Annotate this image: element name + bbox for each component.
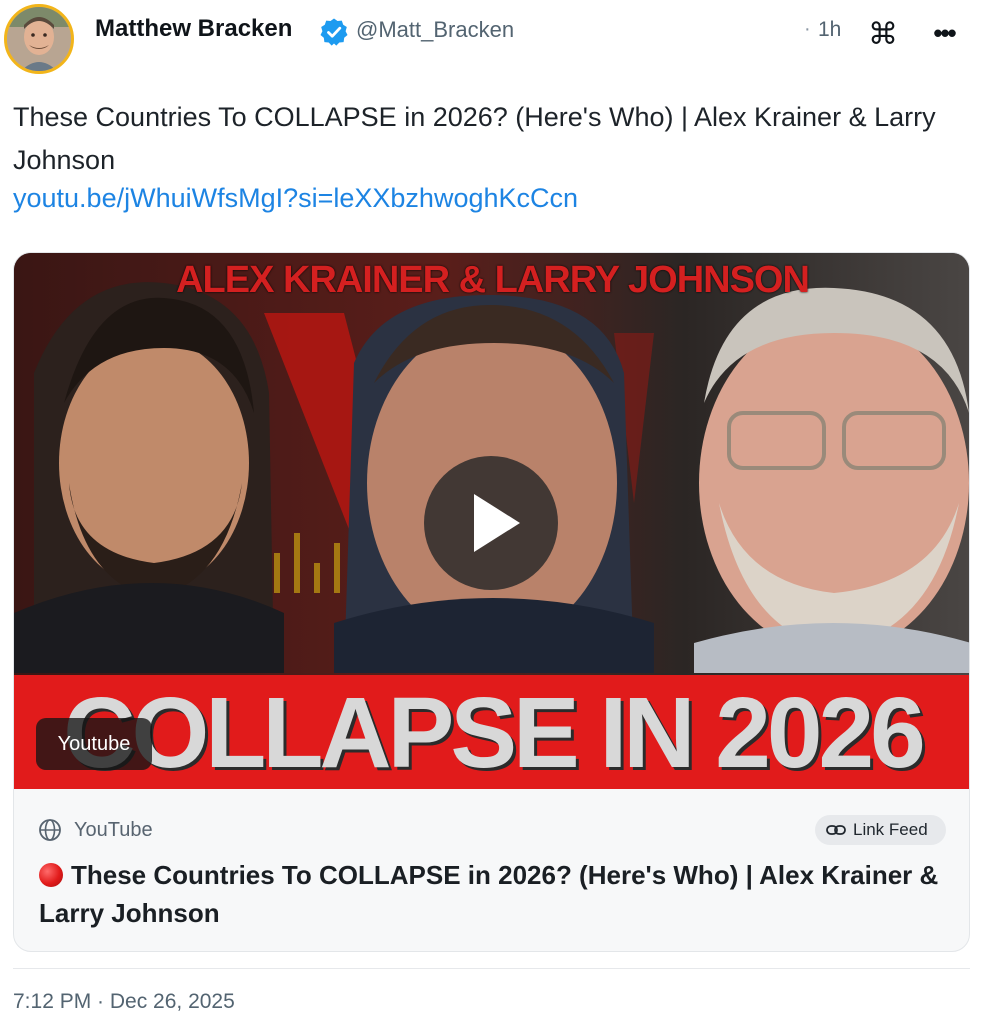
play-icon	[474, 494, 520, 552]
link-preview-card[interactable]: ALEX KRAINER & LARRY JOHNSON COLLAPSE IN…	[13, 252, 970, 952]
time-separator: ·	[804, 18, 811, 40]
link-icon	[826, 825, 846, 835]
author-handle[interactable]: @Matt_Bracken	[356, 17, 514, 43]
avatar[interactable]	[4, 4, 74, 74]
red-circle-icon	[39, 863, 63, 887]
author-name[interactable]: Matthew Bracken	[95, 15, 292, 43]
link-feed-button[interactable]: Link Feed	[815, 815, 946, 845]
more-options-icon[interactable]: •••	[924, 16, 964, 50]
divider	[13, 968, 970, 969]
command-icon[interactable]: ⌘	[866, 18, 900, 52]
post-text: These Countries To COLLAPSE in 2026? (He…	[13, 102, 936, 175]
post-timestamp[interactable]: 7:12 PM · Dec 26, 2025	[13, 990, 235, 1014]
thumbnail-top-text: ALEX KRAINER & LARRY JOHNSON	[176, 259, 810, 301]
video-thumbnail[interactable]: ALEX KRAINER & LARRY JOHNSON COLLAPSE IN…	[14, 253, 969, 789]
youtube-badge: Youtube	[36, 718, 152, 770]
play-button[interactable]	[424, 456, 558, 590]
link-feed-label: Link Feed	[853, 820, 928, 839]
post-link[interactable]: youtu.be/jWhuiWfsMgI?si=leXXbzhwoghKcCcn	[13, 183, 578, 214]
globe-icon	[39, 819, 61, 841]
card-source: YouTube	[74, 819, 153, 841]
thumbnail-bottom-text: COLLAPSE IN 2026	[63, 677, 926, 789]
verified-badge-icon	[320, 18, 348, 46]
card-title: These Countries To COLLAPSE in 2026? (He…	[39, 860, 939, 928]
relative-time[interactable]: 1h	[818, 18, 841, 42]
avatar-image	[7, 7, 71, 71]
card-title-row[interactable]: These Countries To COLLAPSE in 2026? (He…	[39, 856, 939, 932]
